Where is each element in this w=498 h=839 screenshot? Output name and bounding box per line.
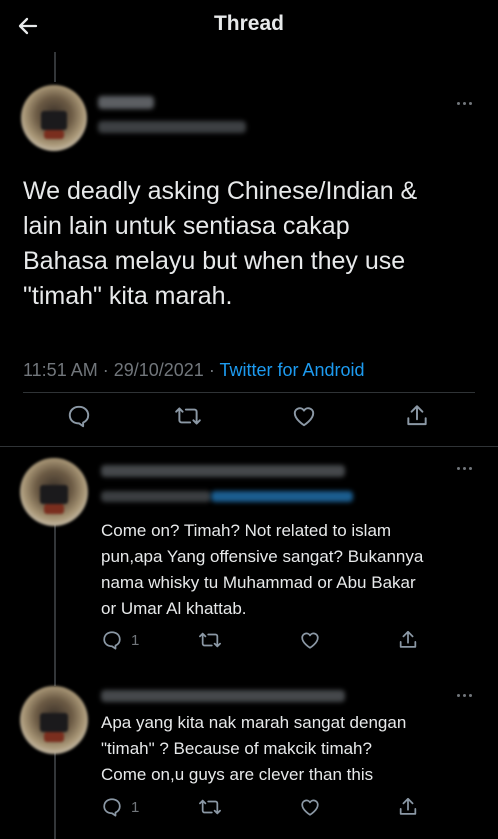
reply-button[interactable]: 1 xyxy=(101,629,139,651)
share-button[interactable] xyxy=(397,796,419,818)
reply-text: Come on? Timah? Not related to islam pun… xyxy=(101,521,424,618)
share-button[interactable] xyxy=(404,403,430,429)
meta-separator: · xyxy=(97,360,114,380)
retweet-button[interactable] xyxy=(198,796,222,818)
retweet-icon xyxy=(198,629,222,651)
share-icon xyxy=(397,796,419,818)
more-options-button[interactable] xyxy=(452,97,476,109)
heart-icon xyxy=(298,629,322,651)
reply-icon xyxy=(101,629,123,651)
like-button[interactable] xyxy=(298,629,322,651)
reply-button[interactable]: 1 xyxy=(101,796,139,818)
reply-count: 1 xyxy=(131,798,140,816)
reply-button[interactable] xyxy=(66,403,92,429)
page-title: Thread xyxy=(213,12,284,35)
tweet-time: 11:51 AM xyxy=(23,360,98,380)
retweet-button[interactable] xyxy=(174,403,202,429)
reply-icon xyxy=(101,796,123,818)
reply-text: Apa yang kita nak marah sangat dengan "t… xyxy=(101,713,407,784)
retweet-button[interactable] xyxy=(198,629,222,651)
reply-count: 1 xyxy=(131,631,140,649)
share-icon xyxy=(397,629,419,651)
share-button[interactable] xyxy=(397,629,419,651)
retweet-icon xyxy=(174,403,202,429)
tweet-source-link[interactable]: Twitter for Android xyxy=(219,360,364,380)
meta-separator: · xyxy=(203,360,220,380)
tweet-metadata: 11:51 AM · 29/10/2021 · Twitter for Andr… xyxy=(23,360,365,381)
tweet-text: We deadly asking Chinese/Indian & lain l… xyxy=(23,177,418,310)
more-options-button[interactable] xyxy=(452,462,476,474)
thread-connector xyxy=(54,524,56,686)
author-handle-redacted xyxy=(98,121,246,133)
reply-icon xyxy=(66,403,92,429)
heart-icon xyxy=(290,403,318,429)
thread-connector xyxy=(54,748,56,839)
more-options-button[interactable] xyxy=(452,689,476,701)
tweet-date: 29/10/2021 xyxy=(113,360,204,380)
replying-to-redacted xyxy=(211,491,353,502)
divider xyxy=(0,446,498,447)
avatar[interactable] xyxy=(20,686,88,754)
avatar[interactable] xyxy=(21,85,87,151)
author-name-redacted xyxy=(98,96,154,109)
like-button[interactable] xyxy=(298,796,322,818)
retweet-icon xyxy=(198,796,222,818)
share-icon xyxy=(404,403,430,429)
heart-icon xyxy=(298,796,322,818)
thread-connector xyxy=(54,52,56,82)
avatar[interactable] xyxy=(20,458,88,526)
author-handle-redacted xyxy=(101,491,211,502)
like-button[interactable] xyxy=(290,403,318,429)
divider xyxy=(23,392,475,393)
author-name-redacted xyxy=(101,465,345,477)
author-name-redacted xyxy=(101,690,345,702)
top-bar: Thread xyxy=(0,0,498,50)
